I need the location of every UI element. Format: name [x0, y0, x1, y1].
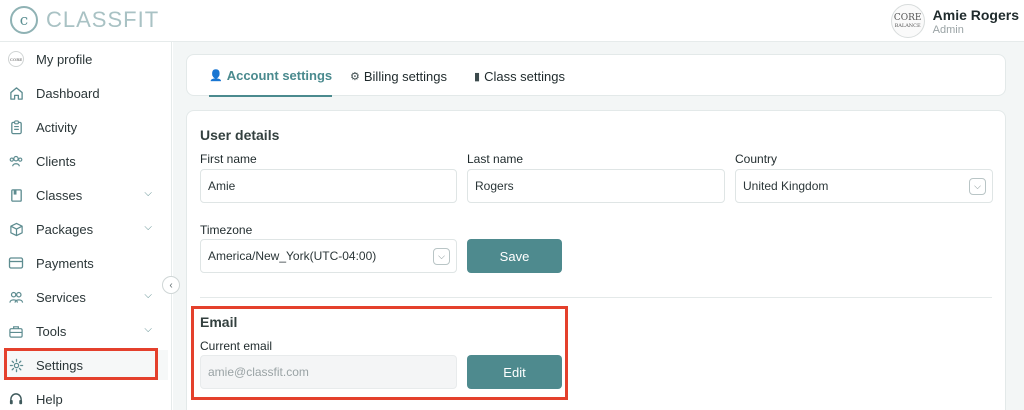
country-value: United Kingdom [743, 179, 829, 193]
chevron-down-icon[interactable]: ⌵ [433, 248, 450, 265]
chevron-down-icon[interactable]: ⌵ [144, 188, 152, 199]
first-name-field[interactable]: Amie [200, 169, 457, 203]
sidebar-item-classes[interactable]: Classes ⌵ [0, 180, 168, 210]
top-bar: c CLASSFIT CORE BALANCE Amie Rogers Admi… [0, 0, 1024, 42]
users-icon [8, 153, 24, 169]
account-settings-card: User details First name Amie Last name R… [186, 110, 1006, 410]
current-email-label: Current email [200, 339, 273, 353]
user-role: Admin [932, 23, 964, 36]
tab-label: Class settings [484, 68, 565, 84]
timezone-label: Timezone [200, 223, 253, 237]
avatar-text-top: CORE [893, 13, 922, 23]
country-select[interactable]: United Kingdom ⌵ [735, 169, 993, 203]
user-details-title: User details [200, 127, 280, 143]
sidebar-item-settings[interactable]: Settings [0, 350, 168, 380]
toolbox-icon [8, 323, 24, 339]
current-email-value: amie@classfit.com [208, 365, 309, 379]
headset-icon [8, 391, 24, 407]
edit-email-button[interactable]: Edit [467, 355, 562, 389]
sidebar-item-my-profile[interactable]: CORE My profile [0, 44, 168, 74]
last-name-label: Last name [467, 152, 524, 166]
sidebar-item-label: Payments [36, 255, 94, 271]
sidebar-item-dashboard[interactable]: Dashboard [0, 78, 168, 108]
sidebar-item-label: Classes [36, 187, 83, 203]
sidebar-item-label: Activity [36, 119, 78, 135]
user-cog-icon: 👤 [209, 69, 223, 82]
logo-text: CLASSFIT [46, 7, 160, 32]
sidebar-item-activity[interactable]: Activity [0, 112, 168, 142]
sidebar-item-payments[interactable]: Payments [0, 248, 168, 278]
timezone-value: America/New_York(UTC-04:00) [208, 249, 377, 263]
tab-billing-settings[interactable]: ⚙ Billing settings [350, 55, 447, 97]
sidebar-item-tools[interactable]: Tools ⌵ [0, 316, 168, 346]
user-name: Amie Rogers [932, 6, 1019, 23]
tab-label: Account settings [226, 67, 333, 83]
avatar-text-bottom: BALANCE [894, 23, 921, 29]
timezone-select[interactable]: America/New_York(UTC-04:00) ⌵ [200, 239, 457, 273]
sidebar-item-services[interactable]: Services ⌵ [0, 282, 168, 312]
chevron-down-icon[interactable]: ⌵ [144, 222, 152, 233]
tab-class-settings[interactable]: ▮ Class settings [474, 55, 565, 97]
home-icon [8, 85, 24, 101]
save-button[interactable]: Save [467, 239, 562, 273]
sidebar-item-packages[interactable]: Packages ⌵ [0, 214, 168, 244]
tab-label: Billing settings [363, 68, 447, 84]
app-logo[interactable]: c CLASSFIT [10, 6, 159, 34]
sidebar-item-label: Dashboard [36, 85, 100, 101]
gear-icon [8, 357, 24, 373]
email-title: Email [200, 314, 238, 330]
sidebar-item-label: Settings [36, 357, 83, 373]
last-name-value: Rogers [475, 179, 514, 193]
book-icon: ▮ [474, 70, 481, 83]
sidebar-item-label: Services [36, 289, 86, 305]
chevron-down-icon[interactable]: ⌵ [144, 324, 152, 335]
user-menu[interactable]: CORE BALANCE Amie Rogers Admin [890, 4, 1019, 38]
sidebar-item-label: My profile [36, 51, 93, 67]
billing-icon: ⚙ [350, 70, 360, 83]
logo-mark-icon: c [10, 6, 38, 34]
sidebar-item-label: Tools [36, 323, 67, 339]
first-name-label: First name [200, 152, 257, 166]
chevron-down-icon[interactable]: ⌵ [969, 178, 986, 195]
tab-account-settings[interactable]: 👤 Account settings [209, 55, 333, 97]
book-icon [8, 187, 24, 203]
main-content: 👤 Account settings ⚙ Billing settings ▮ … [173, 42, 1024, 410]
current-email-field: amie@classfit.com [200, 355, 457, 389]
profile-avatar: CORE [8, 51, 24, 67]
box-icon [8, 221, 24, 237]
avatar: CORE BALANCE [890, 4, 925, 38]
sidebar-item-label: Help [36, 391, 63, 407]
sidebar-item-help[interactable]: Help [0, 384, 168, 410]
settings-tabs: 👤 Account settings ⚙ Billing settings ▮ … [186, 54, 1006, 97]
collapse-sidebar-button[interactable]: ‹ [162, 276, 180, 294]
sidebar-item-clients[interactable]: Clients [0, 146, 168, 176]
sidebar-item-label: Clients [36, 153, 76, 169]
card-icon [8, 255, 24, 271]
country-label: Country [735, 152, 778, 166]
chevron-down-icon[interactable]: ⌵ [144, 290, 152, 301]
people-icon [8, 289, 24, 305]
first-name-value: Amie [208, 179, 236, 193]
sidebar-item-label: Packages [36, 221, 94, 237]
last-name-field[interactable]: Rogers [467, 169, 725, 203]
divider [200, 297, 992, 298]
sidebar: CORE My profile Dashboard Activity Clien… [0, 42, 172, 410]
clipboard-icon [8, 119, 24, 135]
